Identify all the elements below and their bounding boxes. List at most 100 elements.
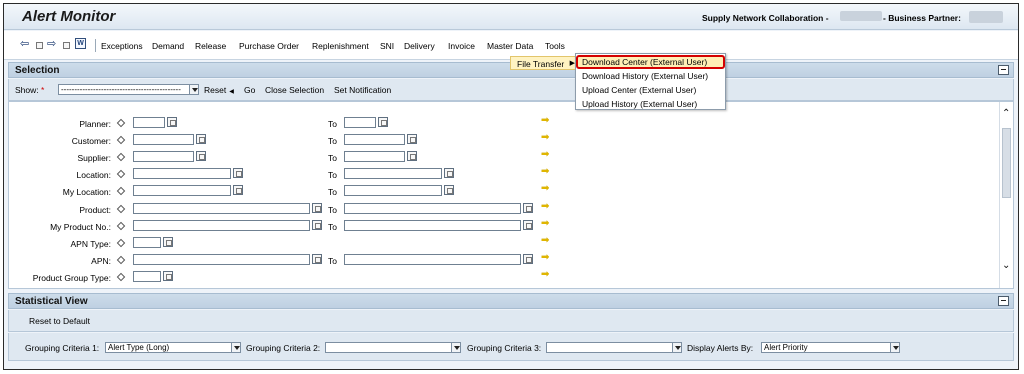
customer-to-input[interactable] bbox=[344, 134, 405, 145]
product-input[interactable] bbox=[133, 203, 310, 214]
customer-input[interactable] bbox=[133, 134, 194, 145]
multiple-selection-arrow-icon[interactable]: ➡ bbox=[541, 236, 549, 246]
menu-replenishment[interactable]: Replenishment bbox=[312, 41, 369, 51]
show-select[interactable]: ----------------------------------------… bbox=[58, 84, 199, 95]
set-notification-button[interactable]: Set Notification bbox=[334, 85, 391, 95]
multiple-selection-arrow-icon[interactable]: ➡ bbox=[541, 116, 549, 126]
go-button[interactable]: Go bbox=[244, 85, 255, 95]
back-arrow-icon[interactable]: ⇦ bbox=[20, 39, 29, 50]
grouping-criteria-1-select[interactable]: Alert Type (Long) bbox=[105, 342, 241, 353]
forward-arrow-icon[interactable]: ⇨ bbox=[47, 39, 56, 50]
reset-to-default-button[interactable]: Reset to Default bbox=[29, 316, 90, 326]
grouping-criteria-2-select[interactable] bbox=[325, 342, 461, 353]
multiple-selection-arrow-icon[interactable]: ➡ bbox=[541, 253, 549, 263]
value-help-icon[interactable] bbox=[312, 254, 322, 264]
forward-options-icon[interactable] bbox=[63, 42, 70, 49]
file-transfer-menu-item[interactable]: File Transfer ▶ bbox=[510, 56, 579, 70]
diamond-icon[interactable] bbox=[116, 118, 126, 128]
location-input[interactable] bbox=[133, 168, 231, 179]
menu-purchase-order[interactable]: Purchase Order bbox=[239, 41, 299, 51]
apn-input[interactable] bbox=[133, 254, 310, 265]
multiple-selection-arrow-icon[interactable]: ➡ bbox=[541, 150, 549, 160]
chevron-down-icon[interactable] bbox=[890, 343, 899, 352]
chevron-down-icon[interactable] bbox=[231, 343, 240, 352]
diamond-icon[interactable] bbox=[116, 204, 126, 214]
value-help-icon[interactable] bbox=[163, 237, 173, 247]
my-location-to-input[interactable] bbox=[344, 185, 442, 196]
value-help-icon[interactable] bbox=[196, 151, 206, 161]
value-help-icon[interactable] bbox=[167, 117, 177, 127]
diamond-icon[interactable] bbox=[116, 152, 126, 162]
multiple-selection-arrow-icon[interactable]: ➡ bbox=[541, 167, 549, 177]
scrollbar-thumb[interactable] bbox=[1002, 128, 1011, 198]
supplier-to-input[interactable] bbox=[344, 151, 405, 162]
my-product-no-to-input[interactable] bbox=[344, 220, 521, 231]
multiple-selection-arrow-icon[interactable]: ➡ bbox=[541, 219, 549, 229]
close-selection-button[interactable]: Close Selection bbox=[265, 85, 324, 95]
upload-center-menu-item[interactable]: Upload Center (External User) bbox=[582, 85, 696, 95]
diamond-icon[interactable] bbox=[116, 238, 126, 248]
menu-exceptions[interactable]: Exceptions bbox=[101, 41, 143, 51]
product-group-type-input[interactable] bbox=[133, 271, 161, 282]
planner-to-input[interactable] bbox=[344, 117, 376, 128]
apn-to-input[interactable] bbox=[344, 254, 521, 265]
product-to-input[interactable] bbox=[344, 203, 521, 214]
download-center-menu-item[interactable]: Download Center (External User) bbox=[582, 57, 707, 67]
value-help-icon[interactable] bbox=[407, 151, 417, 161]
menu-demand[interactable]: Demand bbox=[152, 41, 184, 51]
value-help-icon[interactable] bbox=[444, 185, 454, 195]
value-help-icon[interactable] bbox=[163, 271, 173, 281]
menu-release[interactable]: Release bbox=[195, 41, 226, 51]
menu-delivery[interactable]: Delivery bbox=[404, 41, 435, 51]
vertical-scrollbar[interactable]: ⌃ ⌄ bbox=[999, 102, 1013, 288]
diamond-icon[interactable] bbox=[116, 221, 126, 231]
apn-type-row: APN Type: ➡ bbox=[9, 236, 999, 252]
value-help-icon[interactable] bbox=[196, 134, 206, 144]
diamond-icon[interactable] bbox=[116, 272, 126, 282]
menu-sni[interactable]: SNI bbox=[380, 41, 394, 51]
value-help-icon[interactable] bbox=[312, 220, 322, 230]
apn-type-input[interactable] bbox=[133, 237, 161, 248]
value-help-icon[interactable] bbox=[523, 254, 533, 264]
location-row: Location: To ➡ bbox=[9, 167, 999, 183]
multiple-selection-arrow-icon[interactable]: ➡ bbox=[541, 184, 549, 194]
multiple-selection-arrow-icon[interactable]: ➡ bbox=[541, 270, 549, 280]
value-help-icon[interactable] bbox=[312, 203, 322, 213]
menu-invoice[interactable]: Invoice bbox=[448, 41, 475, 51]
planner-input[interactable] bbox=[133, 117, 165, 128]
value-help-icon[interactable] bbox=[233, 168, 243, 178]
display-alerts-by-select[interactable]: Alert Priority bbox=[761, 342, 900, 353]
multiple-selection-arrow-icon[interactable]: ➡ bbox=[541, 202, 549, 212]
value-help-icon[interactable] bbox=[378, 117, 388, 127]
chevron-down-icon[interactable] bbox=[451, 343, 460, 352]
diamond-icon[interactable] bbox=[116, 186, 126, 196]
chevron-down-icon[interactable]: ⌄ bbox=[1002, 260, 1010, 271]
chevron-down-icon[interactable] bbox=[189, 85, 198, 94]
collapse-statistical-view-button[interactable] bbox=[998, 296, 1009, 306]
chevron-up-icon[interactable]: ⌃ bbox=[1002, 108, 1010, 119]
window-icon[interactable]: W bbox=[75, 38, 86, 49]
diamond-icon[interactable] bbox=[116, 135, 126, 145]
my-product-no-input[interactable] bbox=[133, 220, 310, 231]
reset-button[interactable]: Reset ◀ bbox=[204, 85, 234, 95]
location-to-input[interactable] bbox=[344, 168, 442, 179]
my-location-input[interactable] bbox=[133, 185, 231, 196]
value-help-icon[interactable] bbox=[444, 168, 454, 178]
grouping-criteria-3-select[interactable] bbox=[546, 342, 682, 353]
chevron-down-icon[interactable] bbox=[672, 343, 681, 352]
collapse-selection-button[interactable] bbox=[998, 65, 1009, 75]
download-history-menu-item[interactable]: Download History (External User) bbox=[582, 71, 708, 81]
menu-tools[interactable]: Tools bbox=[545, 41, 565, 51]
value-help-icon[interactable] bbox=[523, 203, 533, 213]
upload-history-menu-item[interactable]: Upload History (External User) bbox=[582, 99, 697, 109]
back-options-icon[interactable] bbox=[36, 42, 43, 49]
diamond-icon[interactable] bbox=[116, 169, 126, 179]
menu-master-data[interactable]: Master Data bbox=[487, 41, 533, 51]
value-help-icon[interactable] bbox=[407, 134, 417, 144]
to-label: To bbox=[328, 187, 337, 197]
value-help-icon[interactable] bbox=[523, 220, 533, 230]
supplier-input[interactable] bbox=[133, 151, 194, 162]
value-help-icon[interactable] bbox=[233, 185, 243, 195]
diamond-icon[interactable] bbox=[116, 255, 126, 265]
multiple-selection-arrow-icon[interactable]: ➡ bbox=[541, 133, 549, 143]
